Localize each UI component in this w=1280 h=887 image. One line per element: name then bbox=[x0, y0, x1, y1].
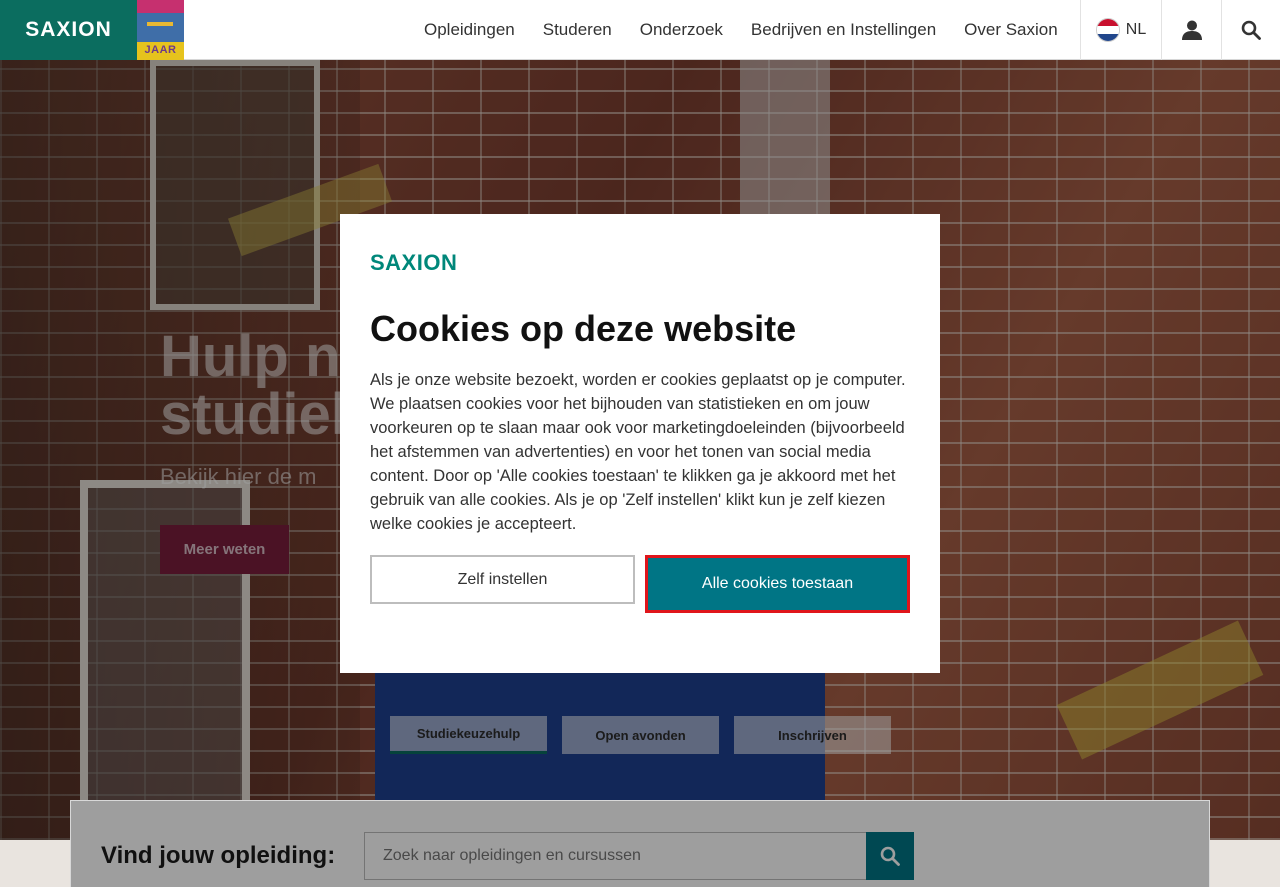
cookie-dialog-title: Cookies op deze website bbox=[370, 308, 797, 349]
nav-item-onderzoek[interactable]: Onderzoek bbox=[640, 20, 723, 40]
modal-logo-text: SAXION bbox=[370, 250, 458, 275]
search-icon bbox=[1241, 20, 1261, 40]
zelf-instellen-button[interactable]: Zelf instellen bbox=[370, 555, 635, 604]
language-switcher[interactable]: NL bbox=[1080, 0, 1161, 60]
badge-stripe bbox=[137, 13, 184, 42]
nav-item-studeren[interactable]: Studeren bbox=[543, 20, 612, 40]
anniversary-badge[interactable]: JAAR bbox=[137, 0, 184, 60]
modal-backdrop bbox=[71, 801, 1209, 887]
user-icon bbox=[1181, 20, 1202, 40]
saxion-logo[interactable]: SAXION bbox=[0, 0, 137, 60]
modal-saxion-logo: SAXION bbox=[370, 244, 457, 282]
alle-cookies-toestaan-button[interactable]: Alle cookies toestaan bbox=[645, 555, 910, 613]
badge-stripe bbox=[147, 22, 173, 26]
header-search-button[interactable] bbox=[1221, 0, 1280, 60]
account-button[interactable] bbox=[1161, 0, 1221, 60]
course-search-panel: Vind jouw opleiding: bbox=[70, 800, 1210, 887]
language-label: NL bbox=[1125, 21, 1147, 38]
cookie-consent-dialog: SAXION Cookies op deze website Als je on… bbox=[340, 214, 940, 673]
anniversary-badge-label: JAAR bbox=[137, 42, 184, 60]
badge-stripe bbox=[137, 0, 184, 13]
main-nav: Opleidingen Studeren Onderzoek Bedrijven… bbox=[410, 0, 1072, 60]
nav-item-bedrijven[interactable]: Bedrijven en Instellingen bbox=[751, 20, 936, 40]
logo-text: SAXION bbox=[25, 18, 112, 41]
nav-item-opleidingen[interactable]: Opleidingen bbox=[424, 20, 515, 40]
nav-item-over-saxion[interactable]: Over Saxion bbox=[964, 20, 1058, 40]
site-header: SAXION JAAR Opleidingen Studeren Onderzo… bbox=[0, 0, 1280, 60]
cookie-dialog-body: Als je onze website bezoekt, worden er c… bbox=[370, 371, 906, 533]
netherlands-flag-icon bbox=[1095, 18, 1120, 42]
